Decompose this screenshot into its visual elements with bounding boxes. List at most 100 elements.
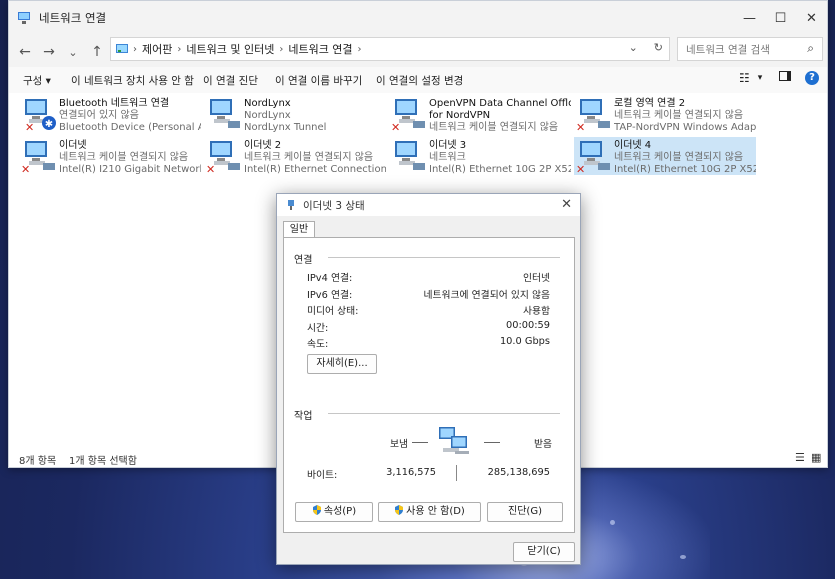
help-icon[interactable]: ? bbox=[805, 71, 819, 85]
connection-status: 네트워크 케이블 연결되지 않음 bbox=[429, 122, 559, 133]
dialog-title-bar[interactable]: 이더넷 3 상태 ✕ bbox=[277, 194, 580, 216]
network-adapter-icon: ✕ bbox=[19, 137, 59, 176]
network-adapter-icon: ✕ bbox=[574, 95, 614, 134]
ethernet-status-dialog: 이더넷 3 상태 ✕ 일반 연결 IPv4 연결: 인터넷 IPv6 연결: 네… bbox=[276, 193, 581, 565]
rename-button[interactable]: 이 연결 이름 바꾸기 bbox=[275, 73, 362, 88]
item-count: 8개 항목 bbox=[19, 456, 57, 467]
search-icon[interactable]: ⌕ bbox=[807, 41, 814, 56]
selected-count: 1개 항목 선택함 bbox=[69, 456, 137, 467]
connection-status: 네트워크 케이블 연결되지 않음 bbox=[614, 110, 744, 121]
connection-item[interactable]: ✕ 이더넷 2 네트워크 케이블 연결되지 않음 Intel(R) Ethern… bbox=[204, 137, 386, 176]
connection-device: TAP-NordVPN Windows Adapter... bbox=[614, 122, 756, 133]
dialog-close-icon[interactable]: ✕ bbox=[561, 197, 572, 212]
connection-device: Bluetooth Device (Personal Area ... bbox=[59, 122, 201, 133]
connection-item[interactable]: ✕ 로컬 영역 연결 2 네트워크 케이블 연결되지 않음 TAP-NordVP… bbox=[574, 95, 756, 134]
details-view-icon[interactable]: ☰ bbox=[795, 451, 805, 464]
connection-item-selected[interactable]: ✕ 이더넷 4 네트워크 케이블 연결되지 않음 Intel(R) Ethern… bbox=[574, 137, 756, 176]
address-dropdown-icon[interactable]: ⌄ bbox=[629, 41, 638, 54]
maximize-button[interactable]: ☐ bbox=[765, 1, 796, 35]
properties-button[interactable]: 속성(P) bbox=[295, 502, 373, 522]
connection-status: 네트워크 케이블 연결되지 않음 bbox=[614, 152, 744, 163]
duration-label: 시간: bbox=[307, 323, 329, 334]
large-icons-view-icon[interactable]: ▦ bbox=[811, 451, 821, 464]
connection-status: 네트워크 케이블 연결되지 않음 bbox=[244, 152, 374, 163]
diagnose-button[interactable]: 이 연결 진단 bbox=[203, 73, 258, 88]
breadcrumb-network-connections[interactable]: 네트워크 연결 bbox=[288, 41, 352, 57]
disable-button[interactable]: 사용 안 함(D) bbox=[378, 502, 481, 522]
change-settings-button[interactable]: 이 연결의 설정 변경 bbox=[376, 73, 463, 88]
svg-text:✕: ✕ bbox=[21, 163, 30, 175]
bytes-divider bbox=[456, 465, 457, 481]
connection-status: NordLynx bbox=[244, 110, 291, 121]
sent-label: 보냄 bbox=[390, 439, 409, 450]
connection-item[interactable]: 이더넷 3 네트워크 Intel(R) Ethernet 10G 2P X520… bbox=[389, 137, 571, 175]
address-bar[interactable]: › 제어판 › 네트워크 및 인터넷 › 네트워크 연결 › ⌄ ↻ bbox=[110, 37, 670, 61]
media-state-label: 미디어 상태: bbox=[307, 306, 359, 317]
network-adapter-icon bbox=[389, 137, 429, 175]
view-dropdown-icon[interactable]: ▾ bbox=[758, 73, 763, 83]
refresh-icon[interactable]: ↻ bbox=[654, 41, 663, 54]
connection-name: NordLynx bbox=[244, 98, 291, 109]
received-line bbox=[484, 442, 500, 443]
network-adapter-icon bbox=[204, 95, 244, 133]
preview-pane-icon[interactable] bbox=[779, 71, 791, 81]
duration-value: 00:00:59 bbox=[506, 320, 550, 331]
details-button[interactable]: 자세히(E)... bbox=[307, 354, 377, 374]
up-button[interactable]: ↑ bbox=[85, 40, 109, 64]
connection-name: Bluetooth 네트워크 연결 bbox=[59, 98, 170, 109]
connection-status: 연결되어 있지 않음 bbox=[59, 110, 139, 121]
forward-button[interactable]: → bbox=[37, 40, 61, 64]
connection-group-label: 연결 bbox=[294, 255, 313, 266]
search-placeholder: 네트워크 연결 검색 bbox=[686, 43, 770, 56]
shield-icon bbox=[312, 505, 321, 515]
svg-text:✕: ✕ bbox=[206, 163, 215, 175]
connection-name: 이더넷 3 bbox=[429, 140, 467, 151]
view-options-icon[interactable]: ☷ bbox=[739, 71, 750, 85]
network-connections-icon bbox=[18, 12, 30, 24]
connection-name-line2: for NordVPN bbox=[429, 110, 491, 121]
minimize-button[interactable]: — bbox=[734, 1, 765, 35]
tab-general[interactable]: 일반 bbox=[283, 221, 315, 237]
connection-item[interactable]: NordLynx NordLynx NordLynx Tunnel bbox=[204, 95, 386, 133]
activity-group-label: 작업 bbox=[294, 411, 313, 422]
svg-text:✕: ✕ bbox=[576, 121, 585, 133]
close-button[interactable]: ✕ bbox=[796, 1, 827, 35]
diagnose-button[interactable]: 진단(G) bbox=[487, 502, 563, 522]
window-title: 네트워크 연결 bbox=[39, 11, 107, 25]
disable-device-button[interactable]: 이 네트워크 장치 사용 안 함 bbox=[71, 73, 194, 88]
connection-item[interactable]: ✕ OpenVPN Data Channel Offload for NordV… bbox=[389, 95, 571, 134]
received-label: 받음 bbox=[534, 439, 553, 450]
breadcrumb-control-panel[interactable]: 제어판 bbox=[142, 41, 172, 57]
connection-status: 네트워크 bbox=[429, 152, 466, 163]
disable-label: 사용 안 함(D) bbox=[406, 506, 465, 517]
recent-locations-button[interactable]: ⌄ bbox=[61, 40, 85, 64]
network-activity-icon bbox=[439, 427, 469, 454]
close-dialog-button[interactable]: 닫기(C) bbox=[513, 542, 575, 562]
title-bar[interactable]: 네트워크 연결 — ☐ ✕ bbox=[9, 1, 827, 35]
connection-status: 네트워크 케이블 연결되지 않음 bbox=[59, 152, 189, 163]
breadcrumb-network-internet[interactable]: 네트워크 및 인터넷 bbox=[186, 41, 274, 57]
speed-value: 10.0 Gbps bbox=[499, 336, 550, 347]
shield-icon bbox=[395, 505, 404, 515]
connection-device: Intel(R) Ethernet Connection (2) I... bbox=[244, 164, 386, 175]
network-adapter-icon: ✱ ✕ bbox=[19, 95, 59, 134]
connection-name: 이더넷 4 bbox=[614, 140, 652, 151]
bytes-received: 285,138,695 bbox=[487, 467, 550, 478]
breadcrumb-separator: › bbox=[177, 43, 182, 55]
connection-name: OpenVPN Data Channel Offload bbox=[429, 98, 571, 109]
divider bbox=[328, 257, 560, 258]
organize-button[interactable]: 구성 ▾ bbox=[23, 73, 51, 88]
connection-device: Intel(R) Ethernet 10G 2P X520 A... bbox=[429, 164, 571, 175]
dialog-title: 이더넷 3 상태 bbox=[303, 199, 365, 212]
sent-line bbox=[412, 442, 428, 443]
network-adapter-icon: ✕ bbox=[204, 137, 244, 176]
ethernet-icon bbox=[288, 200, 294, 210]
back-button[interactable]: ← bbox=[13, 40, 37, 64]
connection-item[interactable]: ✱ ✕ Bluetooth 네트워크 연결 연결되어 있지 않음 Bluetoo… bbox=[19, 95, 201, 134]
search-input[interactable]: 네트워크 연결 검색 ⌕ bbox=[677, 37, 823, 61]
ipv6-value: 네트워크에 연결되어 있지 않음 bbox=[423, 290, 550, 301]
network-adapter-icon: ✕ bbox=[574, 137, 614, 176]
connection-item[interactable]: ✕ 이더넷 네트워크 케이블 연결되지 않음 Intel(R) I210 Gig… bbox=[19, 137, 201, 176]
connection-name: 이더넷 bbox=[59, 140, 87, 151]
ipv4-label: IPv4 연결: bbox=[307, 273, 353, 284]
